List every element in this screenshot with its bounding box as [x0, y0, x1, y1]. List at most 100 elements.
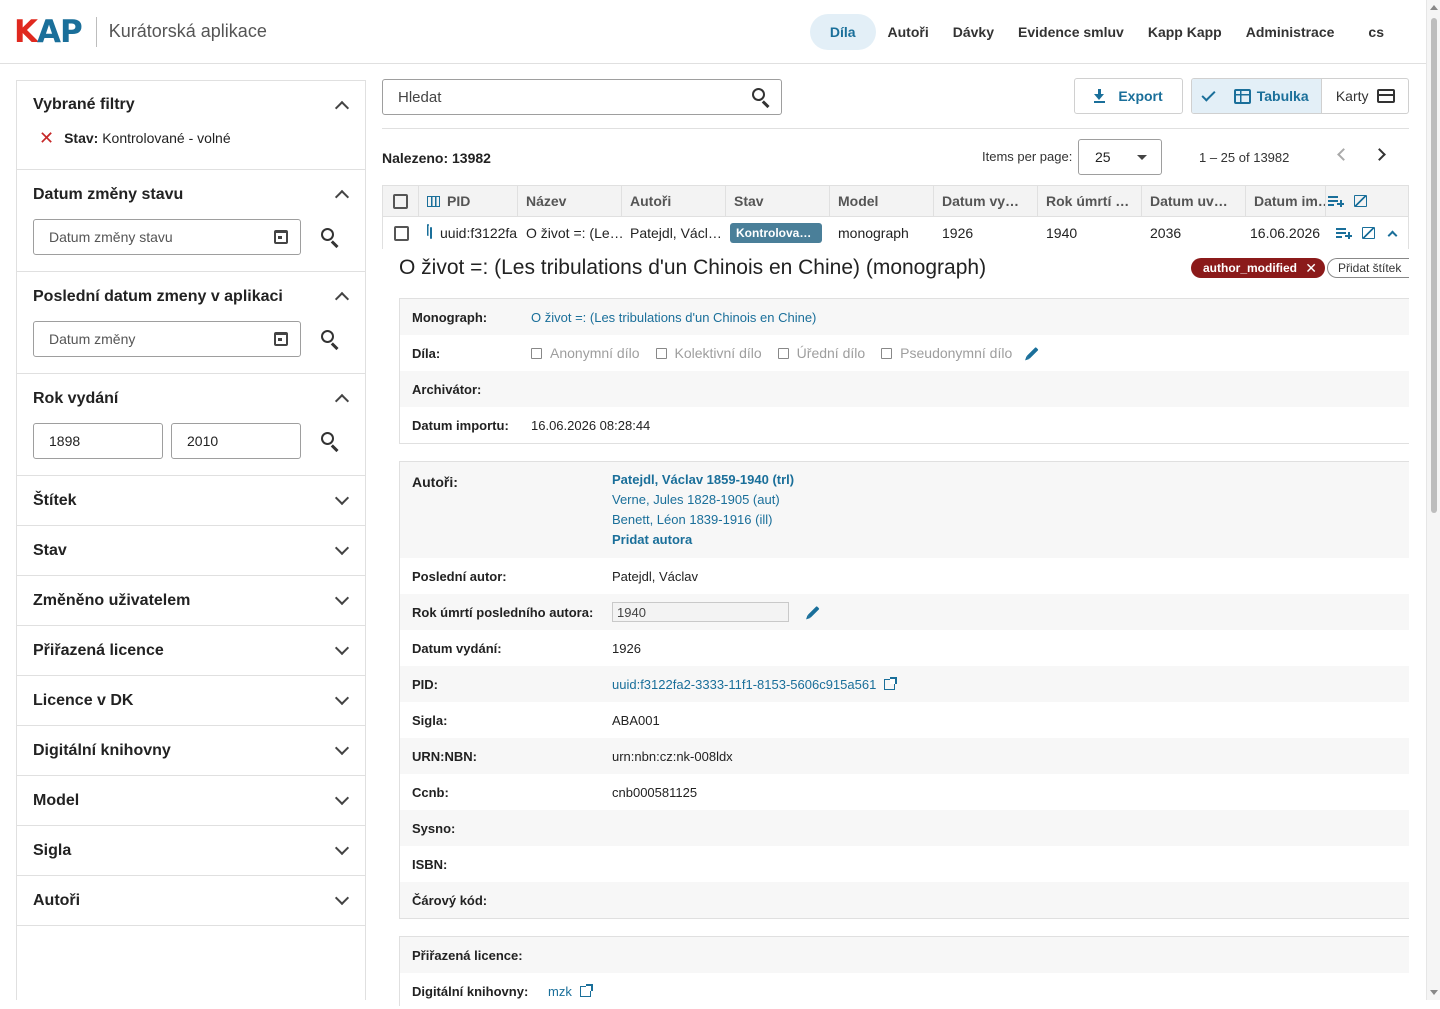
column-header-state[interactable]: Stav — [726, 185, 830, 217]
detail-row-license: Přiřazená licence: — [400, 937, 1409, 973]
search-placeholder: Hledat — [398, 88, 442, 106]
detail-row-sysno: Sysno: — [400, 810, 1409, 846]
nav-item-autori[interactable]: Autoři — [876, 14, 941, 50]
panel-header-collapsed[interactable]: Autoři — [17, 876, 365, 925]
external-link-icon[interactable] — [579, 983, 593, 997]
search-input[interactable]: Hledat — [382, 79, 782, 115]
detail-label: Datum vydání: — [412, 640, 502, 656]
chevron-down-icon — [334, 690, 350, 706]
image-icon[interactable] — [1354, 195, 1367, 207]
search-icon[interactable] — [320, 227, 340, 248]
calendar-icon[interactable] — [274, 230, 288, 244]
panel-collapsed: Sigla — [17, 826, 365, 876]
detail-label: Rok úmrtí posledního autora: — [412, 604, 594, 620]
panel-header-collapsed[interactable]: Sigla — [17, 826, 365, 875]
column-header-date-free[interactable]: Datum uv… — [1142, 185, 1246, 217]
column-header-model[interactable]: Model — [830, 185, 934, 217]
panel-header-publication-year[interactable]: Rok vydání — [17, 374, 365, 423]
panel-title: Autoři — [33, 891, 81, 909]
year-to-input[interactable]: 2010 — [171, 423, 301, 459]
column-header-authors[interactable]: Autoři — [622, 185, 726, 217]
select-all-checkbox[interactable] — [393, 193, 408, 209]
panel-header-collapsed[interactable]: Změněno uživatelem — [17, 576, 365, 625]
scrollbar-thumb[interactable] — [1431, 18, 1437, 513]
chevron-up-icon[interactable] — [1387, 230, 1398, 240]
panel-selected-filters: Vybrané filtry ✕ Stav: Kontrolované - vo… — [17, 81, 365, 170]
monograph-link[interactable]: O život =: (Les tribulations d'un Chinoi… — [531, 310, 816, 325]
panel-collapsed: Změněno uživatelem — [17, 576, 365, 626]
column-header-title[interactable]: Název — [518, 185, 622, 217]
columns-icon[interactable] — [427, 195, 440, 207]
checkbox-anonymous[interactable]: Anonymní dílo — [531, 345, 640, 361]
checkbox-collective[interactable]: Kolektivní dílo — [655, 345, 762, 361]
remove-tag-icon[interactable]: ✕ — [1305, 260, 1317, 277]
chevron-down-icon — [334, 590, 350, 606]
view-cards-button[interactable]: Karty — [1322, 79, 1408, 113]
panel-header-collapsed[interactable]: Štítek — [17, 476, 365, 525]
items-per-page-select[interactable]: 25 — [1078, 139, 1162, 175]
last-change-date-input[interactable]: Datum změny — [33, 321, 301, 357]
next-page-icon[interactable] — [1373, 148, 1386, 161]
column-header-death-year[interactable]: Rok úmrtí … — [1038, 185, 1142, 217]
column-header-date-published[interactable]: Datum vy… — [934, 185, 1038, 217]
panel-header-last-change-date[interactable]: Poslední datum zmeny v aplikaci — [17, 272, 365, 321]
search-icon[interactable] — [320, 431, 340, 452]
cell-date-published: 1926 — [942, 225, 974, 241]
death-year-input[interactable]: 1940 — [612, 602, 789, 622]
edit-pencil-icon[interactable] — [807, 605, 820, 619]
nav-item-administrace[interactable]: Administrace — [1234, 14, 1347, 50]
panel-header-collapsed[interactable]: Přiřazená licence — [17, 626, 365, 675]
nav-item-davky[interactable]: Dávky — [941, 14, 1006, 50]
search-icon[interactable] — [751, 87, 771, 108]
remove-filter-icon[interactable]: ✕ — [39, 129, 54, 147]
author-link[interactable]: Benett, Léon 1839-1916 (ill) — [612, 512, 794, 528]
image-icon[interactable] — [1362, 227, 1375, 239]
checkbox-label: Anonymní dílo — [550, 345, 640, 361]
panel-header-state-change-date[interactable]: Datum změny stavu — [17, 170, 365, 219]
external-link-icon[interactable] — [884, 676, 898, 690]
checkbox-official[interactable]: Úřední dílo — [777, 345, 865, 361]
previous-page-icon[interactable] — [1337, 148, 1350, 161]
results-count: Nalezeno: 13982 — [382, 150, 491, 166]
export-button[interactable]: Export — [1074, 78, 1183, 114]
detail-title: O život =: (Les tribulations d'un Chinoi… — [399, 256, 987, 279]
status-badge: Kontrolované… — [730, 223, 822, 243]
year-from-input[interactable]: 1898 — [33, 423, 163, 459]
detail-label: Poslední autor: — [412, 568, 507, 584]
table-row[interactable]: uuid:f3122fa2 O život =: (Le… Patejdl, V… — [382, 217, 1409, 249]
panel-header-collapsed[interactable]: Licence v DK — [17, 676, 365, 725]
nav-item-evidence-smluv[interactable]: Evidence smluv — [1006, 14, 1136, 50]
state-change-date-input[interactable]: Datum změny stavu — [33, 219, 301, 255]
panel-header-collapsed[interactable]: Digitální knihovny — [17, 726, 365, 775]
author-link[interactable]: Verne, Jules 1828-1905 (aut) — [612, 492, 794, 508]
add-to-list-icon[interactable] — [1328, 195, 1344, 207]
nav-item-dila[interactable]: Díla — [809, 14, 876, 50]
nav-item-kapp[interactable]: Kapp Kapp — [1136, 14, 1234, 50]
language-switch[interactable]: cs — [1356, 14, 1396, 50]
column-header-date-import[interactable]: Datum im… — [1246, 185, 1326, 217]
checkbox-pseudonymous[interactable]: Pseudonymní dílo — [881, 345, 1012, 361]
add-author-link[interactable]: Pridat autora — [612, 532, 794, 548]
column-header-pid[interactable]: PID — [419, 185, 518, 217]
app-logo[interactable]: KAP Kurátorská aplikace — [14, 0, 267, 64]
pid-link[interactable]: uuid:f3122fa2-3333-11f1-8153-5606c915a56… — [612, 677, 876, 692]
row-checkbox[interactable] — [393, 225, 409, 241]
digital-library-link[interactable]: mzk — [548, 984, 572, 999]
panel-header-collapsed[interactable]: Stav — [17, 526, 365, 575]
search-icon[interactable] — [320, 329, 340, 350]
author-link[interactable]: Patejdl, Václav 1859-1940 (trl) — [612, 472, 794, 488]
calendar-icon[interactable] — [274, 332, 288, 346]
page-scrollbar[interactable] — [1426, 0, 1440, 1000]
scroll-up-arrow[interactable] — [1430, 5, 1438, 10]
copy-icon[interactable] — [430, 227, 432, 239]
edit-pencil-icon[interactable] — [1026, 346, 1039, 360]
detail-label: URN:NBN: — [412, 748, 477, 764]
add-to-list-icon[interactable] — [1336, 227, 1352, 239]
view-table-button[interactable]: Tabulka — [1192, 79, 1323, 113]
cell-date-free: 2036 — [1150, 225, 1182, 241]
column-label: PID — [447, 193, 471, 209]
panel-header-selected-filters[interactable]: Vybrané filtry — [17, 81, 365, 129]
add-tag-button[interactable]: Přidat štítek — [1327, 258, 1409, 278]
panel-header-collapsed[interactable]: Model — [17, 776, 365, 825]
scroll-down-arrow[interactable] — [1430, 990, 1438, 995]
